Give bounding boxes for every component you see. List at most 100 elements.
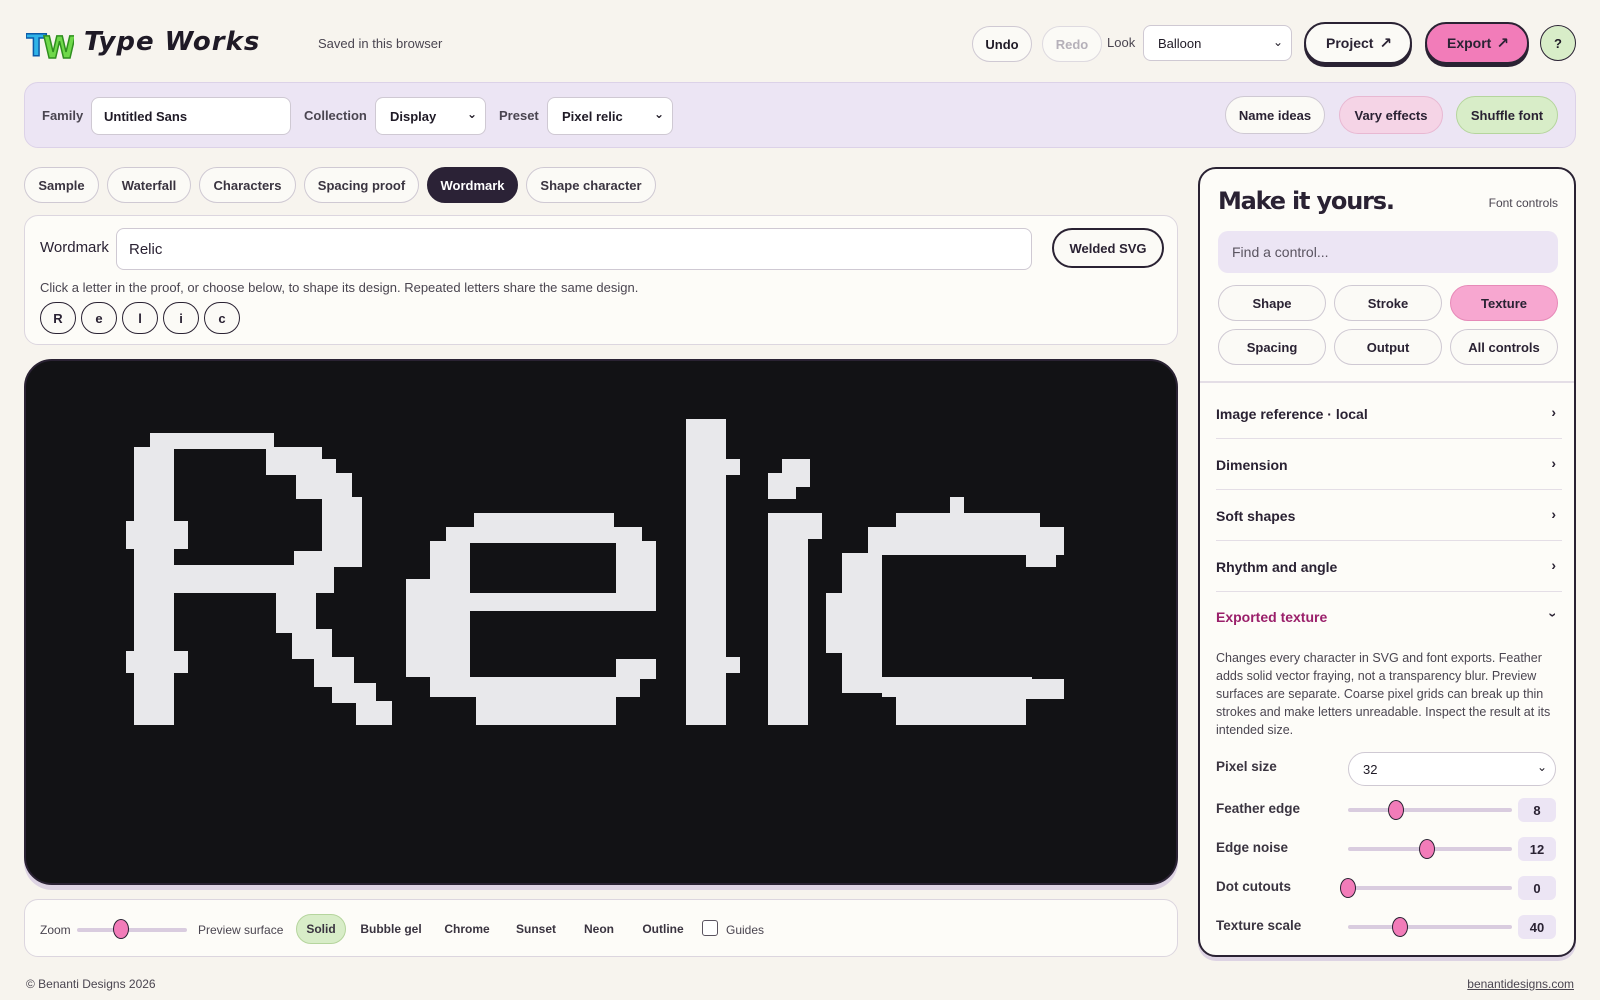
section-label: Rhythm and angle (1216, 558, 1338, 575)
slider-thumb[interactable] (1392, 917, 1409, 937)
family-label: Family (42, 108, 84, 123)
collection-select[interactable]: Display ⌄ (375, 97, 486, 135)
chevron-right-icon: › (1551, 557, 1556, 573)
wordmark-label: Wordmark (40, 239, 109, 256)
glyph-e[interactable] (406, 513, 656, 725)
tab-spacing-proof[interactable]: Spacing proof (304, 167, 419, 203)
zoom-slider-thumb[interactable] (113, 919, 129, 939)
preset-value: Pixel relic (562, 108, 623, 124)
arrow-icon: ↗ (1496, 35, 1509, 52)
glyph-c[interactable] (826, 497, 1064, 725)
section-image-reference[interactable]: Image reference · local › (1216, 389, 1562, 439)
top-bar: T W Type Works Saved in this browser Und… (0, 0, 1600, 84)
chevron-right-icon: › (1551, 455, 1556, 471)
surface-chrome[interactable]: Chrome (436, 914, 498, 944)
tab-waterfall[interactable]: Waterfall (107, 167, 191, 203)
panel-subtitle: Font controls (1488, 196, 1558, 210)
look-label: Look (1107, 35, 1136, 50)
segment-texture[interactable]: Texture (1450, 285, 1558, 321)
surface-solid[interactable]: Solid (296, 914, 346, 944)
tab-sample[interactable]: Sample (24, 167, 99, 203)
undo-button[interactable]: Undo (972, 26, 1032, 62)
redo-button[interactable]: Redo (1042, 26, 1102, 62)
slider-label: Texture scale (1216, 918, 1302, 933)
preview-surface-label: Preview surface (198, 923, 284, 937)
letter-chip-e[interactable]: e (81, 302, 117, 334)
section-soft-shapes[interactable]: Soft shapes › (1216, 491, 1562, 541)
section-label: Dimension (1216, 456, 1288, 473)
pixel-wordmark[interactable] (26, 361, 1178, 885)
slider-track[interactable] (1348, 808, 1512, 812)
collection-label: Collection (304, 108, 367, 123)
collection-value: Display (390, 108, 437, 124)
family-input[interactable]: Untitled Sans (91, 97, 291, 135)
segment-spacing[interactable]: Spacing (1218, 329, 1326, 365)
section-rhythm-and-angle[interactable]: Rhythm and angle › (1216, 542, 1562, 592)
chevron-right-icon: › (1551, 404, 1556, 420)
help-button[interactable]: ? (1540, 25, 1576, 61)
slider-value[interactable]: 40 (1518, 915, 1556, 939)
wordmark-hint: Click a letter in the proof, or choose b… (40, 280, 639, 295)
glyph-i[interactable] (768, 459, 822, 725)
letter-chip-c[interactable]: c (204, 302, 240, 334)
slider-thumb[interactable] (1418, 839, 1435, 859)
letter-chip-l[interactable]: l (122, 302, 158, 334)
export-button[interactable]: Export ↗ (1425, 22, 1529, 64)
slider-track[interactable] (1348, 886, 1512, 890)
surface-bubble-gel[interactable]: Bubble gel (354, 914, 428, 944)
chevron-down-icon: ⌄ (1536, 760, 1547, 774)
preset-select[interactable]: Pixel relic ⌄ (547, 97, 673, 135)
chevron-down-icon: ⌄ (466, 107, 477, 121)
pixel-size-select[interactable]: 32 ⌄ (1348, 752, 1556, 786)
shuffle-font-button[interactable]: Shuffle font (1456, 96, 1558, 134)
slider-thumb[interactable] (1340, 878, 1356, 898)
pixel-size-value: 32 (1363, 761, 1378, 777)
panel-divider (1200, 381, 1574, 383)
section-exported-texture[interactable]: Exported texture › (1216, 592, 1562, 642)
panel-title: Make it yours. (1218, 187, 1395, 215)
surface-sunset[interactable]: Sunset (506, 914, 566, 944)
slider-thumb[interactable] (1387, 800, 1404, 820)
slider-label: Dot cutouts (1216, 879, 1291, 894)
control-search-input[interactable]: Find a control... (1218, 231, 1558, 273)
segment-output[interactable]: Output (1334, 329, 1442, 365)
copyright: © Benanti Designs 2026 (26, 977, 156, 991)
chevron-down-icon: › (1545, 612, 1562, 618)
family-bar: Family Untitled Sans Collection Display … (24, 82, 1576, 148)
letter-chip-R[interactable]: R (40, 302, 76, 334)
segment-shape[interactable]: Shape (1218, 285, 1326, 321)
tab-shape-character[interactable]: Shape character (526, 167, 656, 203)
glyph-l[interactable] (686, 419, 740, 725)
footer-link[interactable]: benantidesigns.com (1467, 977, 1574, 991)
saved-status: Saved in this browser (318, 36, 443, 51)
slider-value[interactable]: 12 (1518, 837, 1556, 861)
welded-svg-button[interactable]: Welded SVG (1052, 228, 1164, 268)
slider-track[interactable] (1348, 925, 1512, 929)
surface-neon[interactable]: Neon (574, 914, 624, 944)
slider-label: Edge noise (1216, 840, 1289, 855)
wordmark-card: Wordmark Relic Welded SVG Click a letter… (24, 215, 1178, 345)
tab-characters[interactable]: Characters (199, 167, 296, 203)
section-dimension[interactable]: Dimension › (1216, 440, 1562, 490)
letter-chip-i[interactable]: i (163, 302, 199, 334)
look-select[interactable]: Balloon ⌄ (1143, 25, 1292, 61)
segment-all-controls[interactable]: All controls (1450, 329, 1558, 365)
segment-stroke[interactable]: Stroke (1334, 285, 1442, 321)
project-button[interactable]: Project ↗ (1304, 22, 1412, 64)
vary-effects-button[interactable]: Vary effects (1339, 96, 1443, 134)
chevron-down-icon: ⌄ (1272, 35, 1283, 49)
guides-checkbox[interactable] (702, 920, 718, 936)
name-ideas-button[interactable]: Name ideas (1225, 96, 1325, 134)
zoom-slider[interactable] (77, 928, 187, 932)
slider-label: Feather edge (1216, 801, 1301, 816)
wordmark-preview[interactable] (24, 359, 1178, 885)
wordmark-input[interactable]: Relic (116, 228, 1032, 270)
section-label: Image reference · local (1216, 405, 1368, 422)
glyph-R[interactable] (126, 433, 392, 725)
slider-value[interactable]: 0 (1518, 876, 1556, 900)
tab-wordmark[interactable]: Wordmark (427, 167, 518, 203)
section-label: Soft shapes (1216, 507, 1296, 524)
slider-value[interactable]: 8 (1518, 798, 1556, 822)
surface-outline[interactable]: Outline (632, 914, 694, 944)
guides-label: Guides (726, 923, 765, 937)
